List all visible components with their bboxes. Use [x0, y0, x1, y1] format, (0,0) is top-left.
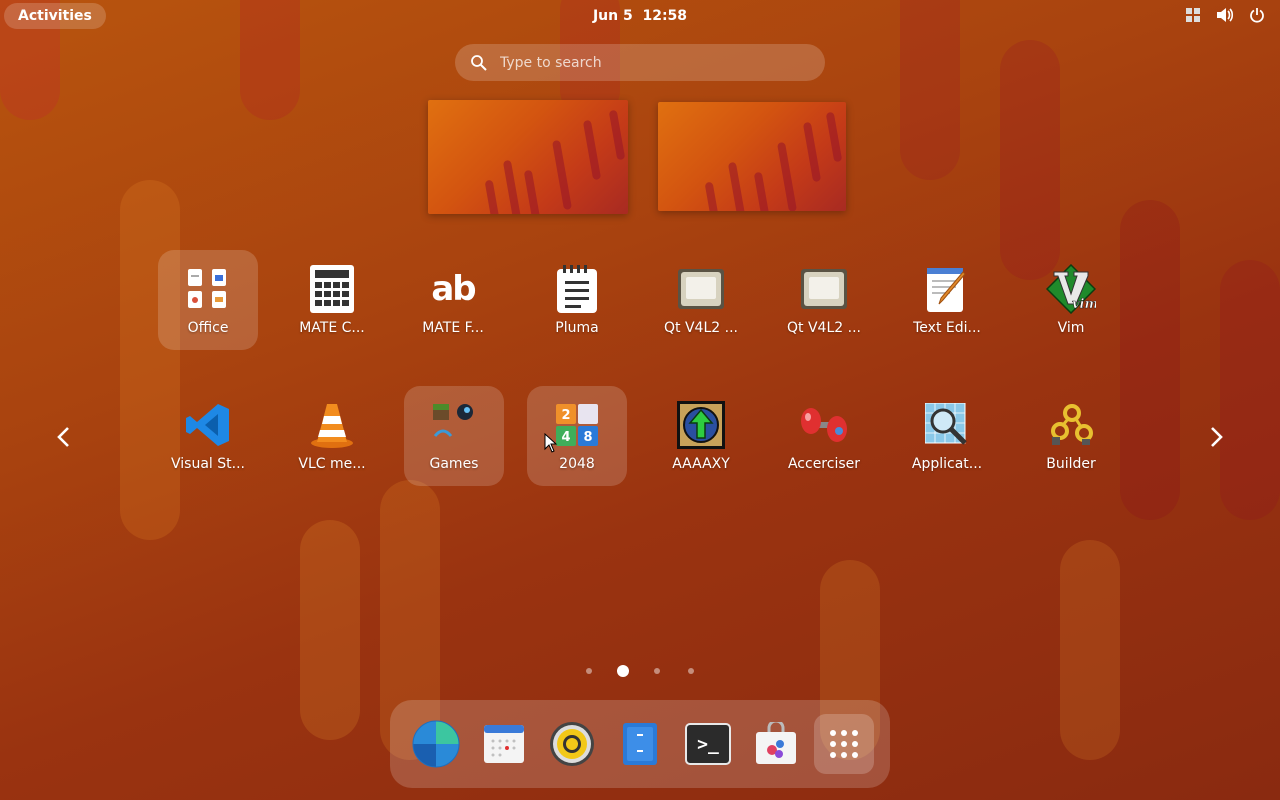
app-label: Pluma: [555, 320, 599, 336]
activities-button[interactable]: Activities: [4, 3, 106, 29]
app-mate-font-viewer[interactable]: ab MATE F...: [403, 250, 503, 350]
app-2048[interactable]: 2 4 8 2048: [527, 386, 627, 486]
app-accerciser[interactable]: Accerciser: [774, 386, 874, 486]
clock: Jun 5 12:58: [0, 0, 1280, 32]
app-label: MATE C...: [299, 320, 365, 336]
mouse-pointer-icon: [544, 433, 558, 453]
games-folder-icon: [428, 399, 480, 451]
terminal-icon: >_: [685, 723, 731, 765]
app-label: Qt V4L2 ...: [664, 320, 738, 336]
svg-text:8: 8: [583, 430, 592, 445]
search-icon: [471, 54, 487, 71]
dock-calendar[interactable]: [474, 714, 534, 774]
system-tray: [1184, 6, 1266, 24]
svg-text:vim: vim: [1072, 297, 1096, 312]
app-text-editor[interactable]: Text Edi...: [897, 250, 997, 350]
app-label: Text Edi...: [913, 320, 981, 336]
dash-dock: >_: [390, 700, 890, 788]
app-aaaaxy[interactable]: AAAAXY: [651, 386, 751, 486]
accerciser-icon: [798, 399, 850, 451]
2048-icon: 2 4 8: [551, 399, 603, 451]
font-viewer-icon: ab: [431, 269, 476, 309]
page-dot-2[interactable]: [617, 665, 629, 677]
app-label: Builder: [1046, 456, 1096, 472]
magnifier-icon: [921, 399, 973, 451]
search-bar[interactable]: [455, 44, 825, 81]
app-label: 2048: [559, 456, 595, 472]
browser-globe-icon: [412, 720, 460, 768]
webcam-icon: [675, 263, 727, 315]
app-pluma[interactable]: Pluma: [527, 250, 627, 350]
app-games-folder[interactable]: Games: [404, 386, 504, 486]
app-office[interactable]: Office: [158, 250, 258, 350]
vim-icon: vim: [1045, 263, 1097, 315]
dock-browser[interactable]: [406, 714, 466, 774]
software-bag-icon: [756, 722, 796, 764]
svg-text:2: 2: [561, 408, 570, 423]
app-label: MATE F...: [422, 320, 484, 336]
app-label: Vim: [1057, 320, 1085, 336]
app-label: Applicat...: [911, 456, 983, 472]
app-vlc[interactable]: VLC me...: [282, 386, 382, 486]
app-application-finder[interactable]: Applicat...: [897, 386, 997, 486]
page-dot-4[interactable]: [688, 668, 694, 674]
next-page-button[interactable]: [1202, 422, 1232, 452]
vlc-cone-icon: [306, 399, 358, 451]
app-label: Office: [187, 320, 229, 336]
previous-page-button[interactable]: [48, 422, 78, 452]
app-qt-v4l2-2[interactable]: Qt V4L2 ...: [774, 250, 874, 350]
clock-time: 12:58: [642, 8, 688, 24]
app-builder[interactable]: Builder: [1021, 386, 1121, 486]
aaaaxy-icon: [675, 399, 727, 451]
text-editor-icon: [921, 263, 973, 315]
app-mate-calculator[interactable]: MATE C...: [282, 250, 382, 350]
builder-icon: [1045, 399, 1097, 451]
power-icon[interactable]: [1248, 6, 1266, 24]
calculator-icon: [306, 263, 358, 315]
app-label: Games: [429, 456, 479, 472]
workspace-thumbnail-2[interactable]: [658, 102, 846, 211]
app-label: Accerciser: [787, 456, 861, 472]
notepad-icon: [551, 263, 603, 315]
app-label: Visual St...: [171, 456, 245, 472]
rhythmbox-icon: [550, 722, 594, 766]
dock-terminal[interactable]: >_: [678, 714, 738, 774]
dock-software[interactable]: [746, 714, 806, 774]
app-label: AAAAXY: [672, 456, 730, 472]
app-vim[interactable]: vim Vim: [1021, 250, 1121, 350]
chevron-left-icon: [57, 427, 69, 447]
calendar-icon: [484, 725, 524, 763]
app-qt-v4l2-1[interactable]: Qt V4L2 ...: [651, 250, 751, 350]
chevron-right-icon: [1211, 427, 1223, 447]
top-bar: Activities Jun 5 12:58: [0, 0, 1280, 32]
app-label: Qt V4L2 ...: [787, 320, 861, 336]
page-dot-3[interactable]: [654, 668, 660, 674]
dock-show-apps[interactable]: [814, 714, 874, 774]
search-input[interactable]: [498, 53, 802, 72]
vscode-icon: [182, 399, 234, 451]
volume-icon[interactable]: [1216, 6, 1234, 24]
workspace-thumbnail-1[interactable]: [428, 100, 628, 214]
svg-text:4: 4: [561, 430, 570, 445]
webcam-icon: [798, 263, 850, 315]
app-visual-studio-code[interactable]: Visual St...: [158, 386, 258, 486]
files-icon: [623, 723, 657, 765]
page-indicator: [0, 664, 1280, 678]
keyboard-layout-icon[interactable]: [1184, 6, 1202, 24]
page-dot-1[interactable]: [586, 668, 592, 674]
clock-date: Jun 5: [592, 8, 633, 24]
show-apps-grid-icon: [830, 730, 858, 758]
date-time-button[interactable]: Jun 5 12:58: [593, 8, 687, 24]
app-label: VLC me...: [298, 456, 366, 472]
dock-rhythmbox[interactable]: [542, 714, 602, 774]
dock-files[interactable]: [610, 714, 670, 774]
office-folder-icon: [182, 263, 234, 315]
